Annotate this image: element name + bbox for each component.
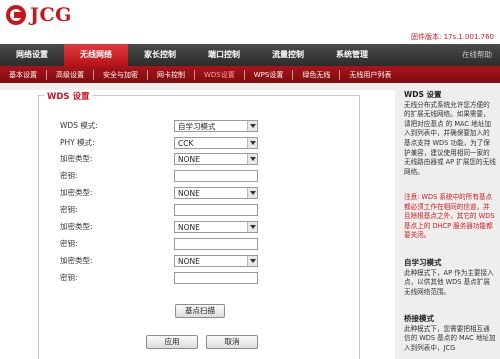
chevron-down-icon (247, 255, 257, 266)
wds-mode-select[interactable]: 自学习模式 (174, 119, 258, 132)
firmware-version: 固件版本: 17s.1.001.760 (411, 33, 494, 41)
phy-mode-value: CCK (178, 138, 194, 148)
phy-mode-row: PHY 模式: CCK (60, 136, 258, 149)
encrypt-value: NONE (178, 188, 200, 198)
key-input-4[interactable] (174, 271, 258, 284)
help-bridge-section: 桥接模式 此种模式下，您需要把相互通信的 WDS 基点的 MAC 地址加入到列表… (404, 314, 496, 353)
chevron-down-icon (247, 221, 257, 232)
encrypt-row-3: 加密类型: NONE (60, 220, 258, 233)
help-wds-text: 无线分布式系统允许您方便的的扩展无线网络。如果需要，请把对应基点 的 MAC 地… (404, 100, 496, 176)
wds-mode-value: 自学习模式 (178, 121, 216, 131)
subnav-basic[interactable]: 基本设置 (0, 69, 47, 80)
encrypt-row-4: 加密类型: NONE (60, 254, 258, 267)
key-label: 密钥: (60, 171, 78, 180)
online-help-link[interactable]: 在线帮助 (454, 44, 500, 66)
subnav-green-wireless[interactable]: 绿色无线 (293, 69, 341, 80)
key-row-1: 密钥: (60, 169, 258, 182)
key-input-1[interactable] (174, 169, 258, 182)
help-warning: 注意: WDS 系统中的所有基点都必须工作在相同的信道，并且除根基点之外，其它的… (404, 193, 495, 240)
phy-mode-label: PHY 模式: (60, 138, 95, 147)
nav-system-management[interactable]: 系统管理 (320, 44, 384, 66)
help-wds-section: WDS 设置 无线分布式系统允许您方便的的扩展无线网络。如果需要，请把对应基点 … (404, 90, 496, 177)
wds-mode-row: WDS 模式: 自学习模式 (60, 119, 258, 132)
key-input-2[interactable] (174, 203, 258, 216)
logo-text: JCG (30, 4, 72, 26)
key-label: 密钥: (60, 205, 78, 214)
help-self-learn-section: 自学习模式 此种模式下，AP 作为主要接入点，以供其他 WDS 基点扩展无线网络… (404, 258, 496, 297)
key-label: 密钥: (60, 273, 78, 282)
key-label: 密钥: (60, 239, 78, 248)
encrypt-select-2[interactable]: NONE (174, 186, 258, 199)
main-nav: 网络设置 无线网络 家长控制 端口控制 流量控制 系统管理 在线帮助 (0, 44, 500, 66)
subnav-wps[interactable]: WPS设置 (245, 69, 294, 80)
encrypt-value: NONE (178, 154, 200, 164)
encrypt-select-4[interactable]: NONE (174, 254, 258, 267)
encrypt-label: 加密类型: (60, 256, 93, 265)
header: JCG (0, 0, 500, 30)
nav-wireless[interactable]: 无线网络 (64, 44, 128, 66)
nav-traffic-control[interactable]: 流量控制 (256, 44, 320, 66)
encrypt-select-1[interactable]: NONE (174, 152, 258, 165)
subnav-wds[interactable]: WDS设置 (195, 69, 245, 80)
key-row-2: 密钥: (60, 203, 258, 216)
encrypt-row-2: 加密类型: NONE (60, 186, 258, 199)
help-bridge-text: 此种模式下，您需要把相互通信的 WDS 基点的 MAC 地址加入到列表中，JCG (404, 324, 496, 352)
content-divider (0, 83, 395, 90)
encrypt-label: 加密类型: (60, 154, 93, 163)
nav-network-settings[interactable]: 网络设置 (0, 44, 64, 66)
jcg-logo-icon (6, 5, 26, 25)
scan-button[interactable]: 基点扫描 (175, 304, 225, 318)
subnav-wireless-clients[interactable]: 无线用户列表 (340, 70, 400, 80)
help-self-learn-text: 此种模式下，AP 作为主要接入点，以供其他 WDS 基点扩展无线网络范围。 (404, 268, 494, 296)
sub-nav: 基本设置 高级设置 安全与加密 网卡控制 WDS设置 WPS设置 绿色无线 无线… (0, 66, 500, 83)
subnav-nic-control[interactable]: 网卡控制 (148, 69, 195, 80)
panel-title: WDS 设置 (44, 90, 93, 102)
encrypt-value: NONE (178, 222, 200, 232)
encrypt-label: 加密类型: (60, 188, 93, 197)
help-wds-title: WDS 设置 (404, 90, 442, 99)
chevron-down-icon (247, 153, 257, 164)
cancel-button[interactable]: 取消 (206, 335, 258, 349)
chevron-down-icon (247, 187, 257, 198)
encrypt-label: 加密类型: (60, 222, 93, 231)
chevron-down-icon (247, 120, 257, 131)
help-self-learn-title: 自学习模式 (404, 258, 442, 267)
help-bridge-title: 桥接模式 (404, 314, 434, 323)
nav-port-control[interactable]: 端口控制 (192, 44, 256, 66)
jcg-logo: JCG (6, 4, 72, 26)
encrypt-select-3[interactable]: NONE (174, 220, 258, 233)
subnav-advanced[interactable]: 高级设置 (47, 69, 94, 80)
key-row-4: 密钥: (60, 271, 258, 284)
chevron-down-icon (247, 137, 257, 148)
apply-button[interactable]: 应用 (146, 335, 198, 349)
encrypt-value: NONE (178, 256, 200, 266)
key-input-3[interactable] (174, 237, 258, 250)
nav-parental-control[interactable]: 家长控制 (128, 44, 192, 66)
key-row-3: 密钥: (60, 237, 258, 250)
phy-mode-select[interactable]: CCK (174, 136, 258, 149)
subnav-security[interactable]: 安全与加密 (94, 69, 148, 80)
encrypt-row-1: 加密类型: NONE (60, 152, 258, 165)
wds-mode-label: WDS 模式: (60, 121, 98, 130)
